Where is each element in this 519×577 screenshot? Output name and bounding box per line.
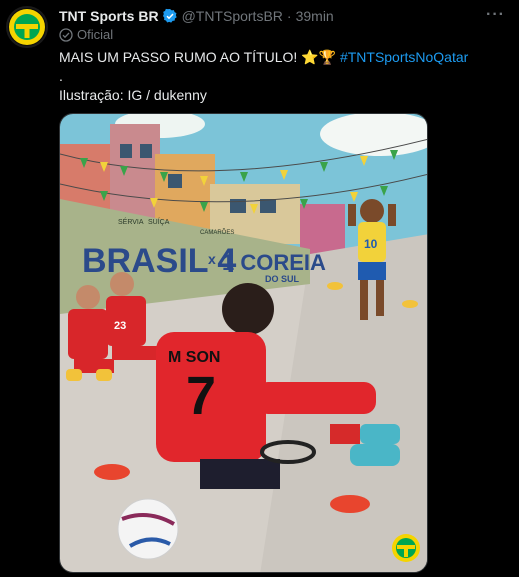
tweet-media-illustration[interactable]: BRASIL 4 x 1 COREIA DO SUL SÉRVIA SUÍÇA … bbox=[59, 113, 428, 573]
svg-text:10: 10 bbox=[364, 237, 378, 251]
flip-flop bbox=[327, 282, 343, 290]
tweet-text-line-2: . bbox=[59, 68, 63, 84]
flip-flop bbox=[330, 495, 370, 513]
account-handle[interactable]: @TNTSportsBR bbox=[182, 8, 283, 24]
timestamp[interactable]: 39min bbox=[296, 8, 334, 24]
player-name: M SON bbox=[168, 349, 220, 366]
score-x: x bbox=[208, 251, 216, 267]
official-check-icon bbox=[59, 27, 73, 42]
house bbox=[300, 204, 345, 254]
tweet-headline: MAIS UM PASSO RUMO AO TÍTULO! ⭐🏆 bbox=[59, 49, 337, 65]
football bbox=[117, 498, 179, 560]
tweet-credit: Ilustração: IG / dukenny bbox=[59, 87, 207, 103]
official-text: Oficial bbox=[77, 27, 114, 42]
more-options-icon[interactable]: ··· bbox=[486, 6, 505, 24]
tnt-watermark-logo bbox=[392, 534, 420, 562]
tweet-header: TNT Sports BR @TNTSportsBR · 39min bbox=[59, 6, 334, 26]
tweet-text: MAIS UM PASSO RUMO AO TÍTULO! ⭐🏆 #TNTSpo… bbox=[59, 48, 468, 105]
player-number: 7 bbox=[186, 366, 216, 426]
score-coreia: 1 COREIA bbox=[222, 250, 326, 275]
wall-tag-2: SUÍÇA bbox=[148, 217, 170, 226]
separator-dot: · bbox=[286, 8, 292, 24]
verified-badge-icon bbox=[162, 8, 177, 23]
wall-tag-3: CAMARÕES bbox=[200, 229, 234, 236]
official-label: Oficial bbox=[59, 27, 113, 42]
score-sub: DO SUL bbox=[265, 274, 300, 284]
illustration-canvas: BRASIL 4 x 1 COREIA DO SUL SÉRVIA SUÍÇA … bbox=[60, 114, 427, 572]
tnt-sports-logo bbox=[9, 9, 45, 45]
flip-flop bbox=[94, 464, 130, 480]
tweet-text-line-1: MAIS UM PASSO RUMO AO TÍTULO! ⭐🏆 #TNTSpo… bbox=[59, 48, 468, 67]
flip-flop bbox=[402, 300, 418, 308]
hashtag-link[interactable]: #TNTSportsNoQatar bbox=[340, 49, 468, 65]
display-name[interactable]: TNT Sports BR bbox=[59, 8, 159, 24]
account-avatar[interactable] bbox=[6, 6, 48, 48]
wall-tag-1: SÉRVIA bbox=[118, 217, 144, 226]
svg-text:23: 23 bbox=[114, 320, 126, 332]
tweet[interactable]: TNT Sports BR @TNTSportsBR · 39min ··· O… bbox=[0, 0, 519, 577]
